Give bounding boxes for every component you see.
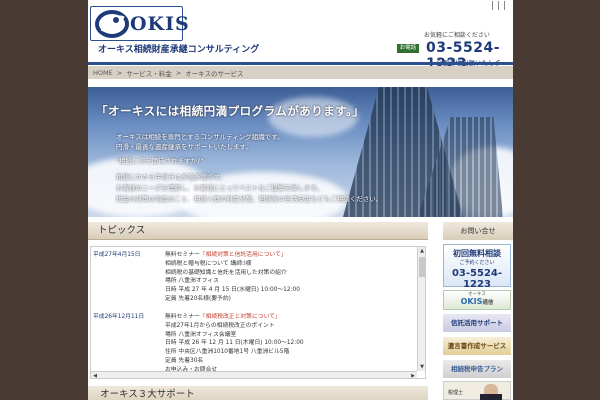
free-consult-sub: ご予約ください xyxy=(459,260,495,266)
topic-line: 平成27年1月からの相続税改正のポイント xyxy=(165,322,275,329)
scroll-right-icon[interactable]: ▶ xyxy=(409,372,417,378)
scroll-left-icon[interactable]: ◀ xyxy=(91,372,99,378)
okis-name: OKIS xyxy=(460,297,483,306)
topic-highlight[interactable]: 「相続対策と信託活用について」 xyxy=(200,252,287,258)
hero-question: "相続に何を期待されますか?" xyxy=(116,157,204,165)
breadcrumb-separator: > xyxy=(116,68,123,77)
scroll-down-icon[interactable]: ▼ xyxy=(418,363,425,371)
topic-line: 相続税の基礎知識と信託を活用した対策の紹介 xyxy=(165,269,287,276)
topic-line: 無料セミナー「相続対策と信託活用について」 xyxy=(165,251,415,260)
topic-label: 無料セミナー xyxy=(165,252,200,258)
phone-badge: お電話 xyxy=(397,44,419,53)
breadcrumb: HOME > サービス・料金 > オーキスのサービス xyxy=(88,66,513,79)
hero-text-line: 相続にかかる手続きは多種多様です。 xyxy=(116,173,226,181)
site-logo[interactable]: OKIS xyxy=(90,6,189,41)
okis-newsletter-title: OKIS通信 xyxy=(444,297,510,306)
breadcrumb-services[interactable]: サービス・料金 xyxy=(126,68,172,78)
will-service-button[interactable]: 遺言書作成サービス xyxy=(443,337,511,355)
topic-date: 平成27年4月15日 xyxy=(93,252,141,258)
topic-body: 無料セミナー「相続対策と信託活用について」 相続税と贈与税について 講師:I様 … xyxy=(165,251,415,304)
company-tagline: オーキス相続財産承継コンサルティング xyxy=(98,45,260,55)
topics-scroll-box[interactable]: 平成27年4月15日 無料セミナー「相続対策と信託活用について」 相続税と贈与税… xyxy=(90,246,426,379)
topic-body: 無料セミナー「相続税改正と対策について」 平成27年1月からの相続税改正のポイン… xyxy=(165,313,415,375)
staff-photo-banner[interactable]: 税理士 xyxy=(443,381,511,400)
contact-note: お気軽にご相談ください xyxy=(424,32,490,39)
okis-suffix: 通信 xyxy=(482,300,494,306)
topic-line: 定員 先着20名様(要予約) xyxy=(165,295,231,302)
free-consult-tel: 03-5524-1223 xyxy=(451,268,503,290)
topic-line: 場所 八重洲オフィス xyxy=(165,278,219,285)
hero-title: 「オーキスには相続円満プログラムがあります。」 xyxy=(96,104,365,118)
hero-text-line: お客様のニーズを理解し、お客様にとってベストなご提案を致します。 xyxy=(116,184,323,192)
topic-line: 日時 平成 27 年 4 月 15 日(水曜日) 10:00〜12:00 xyxy=(165,287,300,294)
okis-newsletter-banner[interactable]: オーキス OKIS通信 xyxy=(443,290,511,310)
topic-item: 平成26年12月11日 無料セミナー「相続税改正と対策について」 平成27年1月… xyxy=(93,313,413,373)
hero-text-line: オーキスは相続を専門とするコンサルティング組織です。 xyxy=(116,133,284,141)
topics-heading: トピックス xyxy=(88,222,428,240)
okis-swirl-icon xyxy=(94,9,130,39)
top-links xyxy=(492,1,505,10)
hero-banner: 「オーキスには相続円満プログラムがあります。」 オーキスは相続を専門とするコンサ… xyxy=(88,87,513,217)
scroll-up-icon[interactable]: ▲ xyxy=(418,247,425,255)
free-consult-title: 初回無料相談 xyxy=(453,249,501,258)
top-link-divider xyxy=(492,1,493,10)
hero-text-line: 円滑・最善な遺産継承をサポートいたします。 xyxy=(116,143,252,151)
vertical-scrollbar[interactable]: ▲ ▼ xyxy=(417,247,425,371)
trust-support-button[interactable]: 信託活用サポート xyxy=(443,314,511,332)
topic-label: 無料セミナー xyxy=(165,314,200,320)
breadcrumb-current: オーキスのサービス xyxy=(185,69,244,78)
header-divider xyxy=(88,62,513,65)
staff-caption: 税理士 xyxy=(448,390,464,396)
hero-text-line: 税金の対策は勿論のこと、相続人間の財産分配、相続後の生活安定などもご相談ください… xyxy=(116,195,383,203)
topic-line: 無料セミナー「相続税改正と対策について」 xyxy=(165,313,415,322)
breadcrumb-home[interactable]: HOME xyxy=(93,69,113,77)
tax-plan-button[interactable]: 相続税申告プラン xyxy=(443,360,511,378)
scrollbar-thumb[interactable] xyxy=(419,257,425,277)
topic-line: 日時 平成 26 年 12 月 11 日(木曜日) 10:00〜12:00 xyxy=(165,340,304,347)
horizontal-scrollbar[interactable]: ◀ ▶ xyxy=(91,371,417,378)
sidebar-inquiry-heading: お問い合せ xyxy=(443,222,513,240)
top-link-divider xyxy=(504,1,505,10)
page: OKIS オーキス相続財産承継コンサルティング お気軽にご相談ください お電話 … xyxy=(88,0,513,400)
logo-text: OKIS xyxy=(130,12,190,35)
topic-highlight[interactable]: 「相続税改正と対策について」 xyxy=(200,314,281,320)
topic-item: 平成27年4月15日 無料セミナー「相続対策と信託活用について」 相続税と贈与税… xyxy=(93,251,413,311)
breadcrumb-separator: > xyxy=(175,68,182,77)
support-heading: オーキス３大サポート xyxy=(88,386,428,400)
staff-portrait-suit xyxy=(480,394,502,400)
topic-line: 住所 中央区八重洲1010番地1号 八重洲ビル5階 xyxy=(165,349,290,356)
top-link-divider xyxy=(498,1,499,10)
free-consult-banner[interactable]: 初回無料相談 ご予約ください 03-5524-1223 xyxy=(443,244,511,290)
topic-date: 平成26年12月11日 xyxy=(93,314,145,320)
topic-line: 場所 八重洲オフィス会議室 xyxy=(165,331,237,338)
topic-line: 定員 先着30名 xyxy=(165,357,204,364)
topic-line: 相続税と贈与税について 講師:I様 xyxy=(165,260,252,267)
